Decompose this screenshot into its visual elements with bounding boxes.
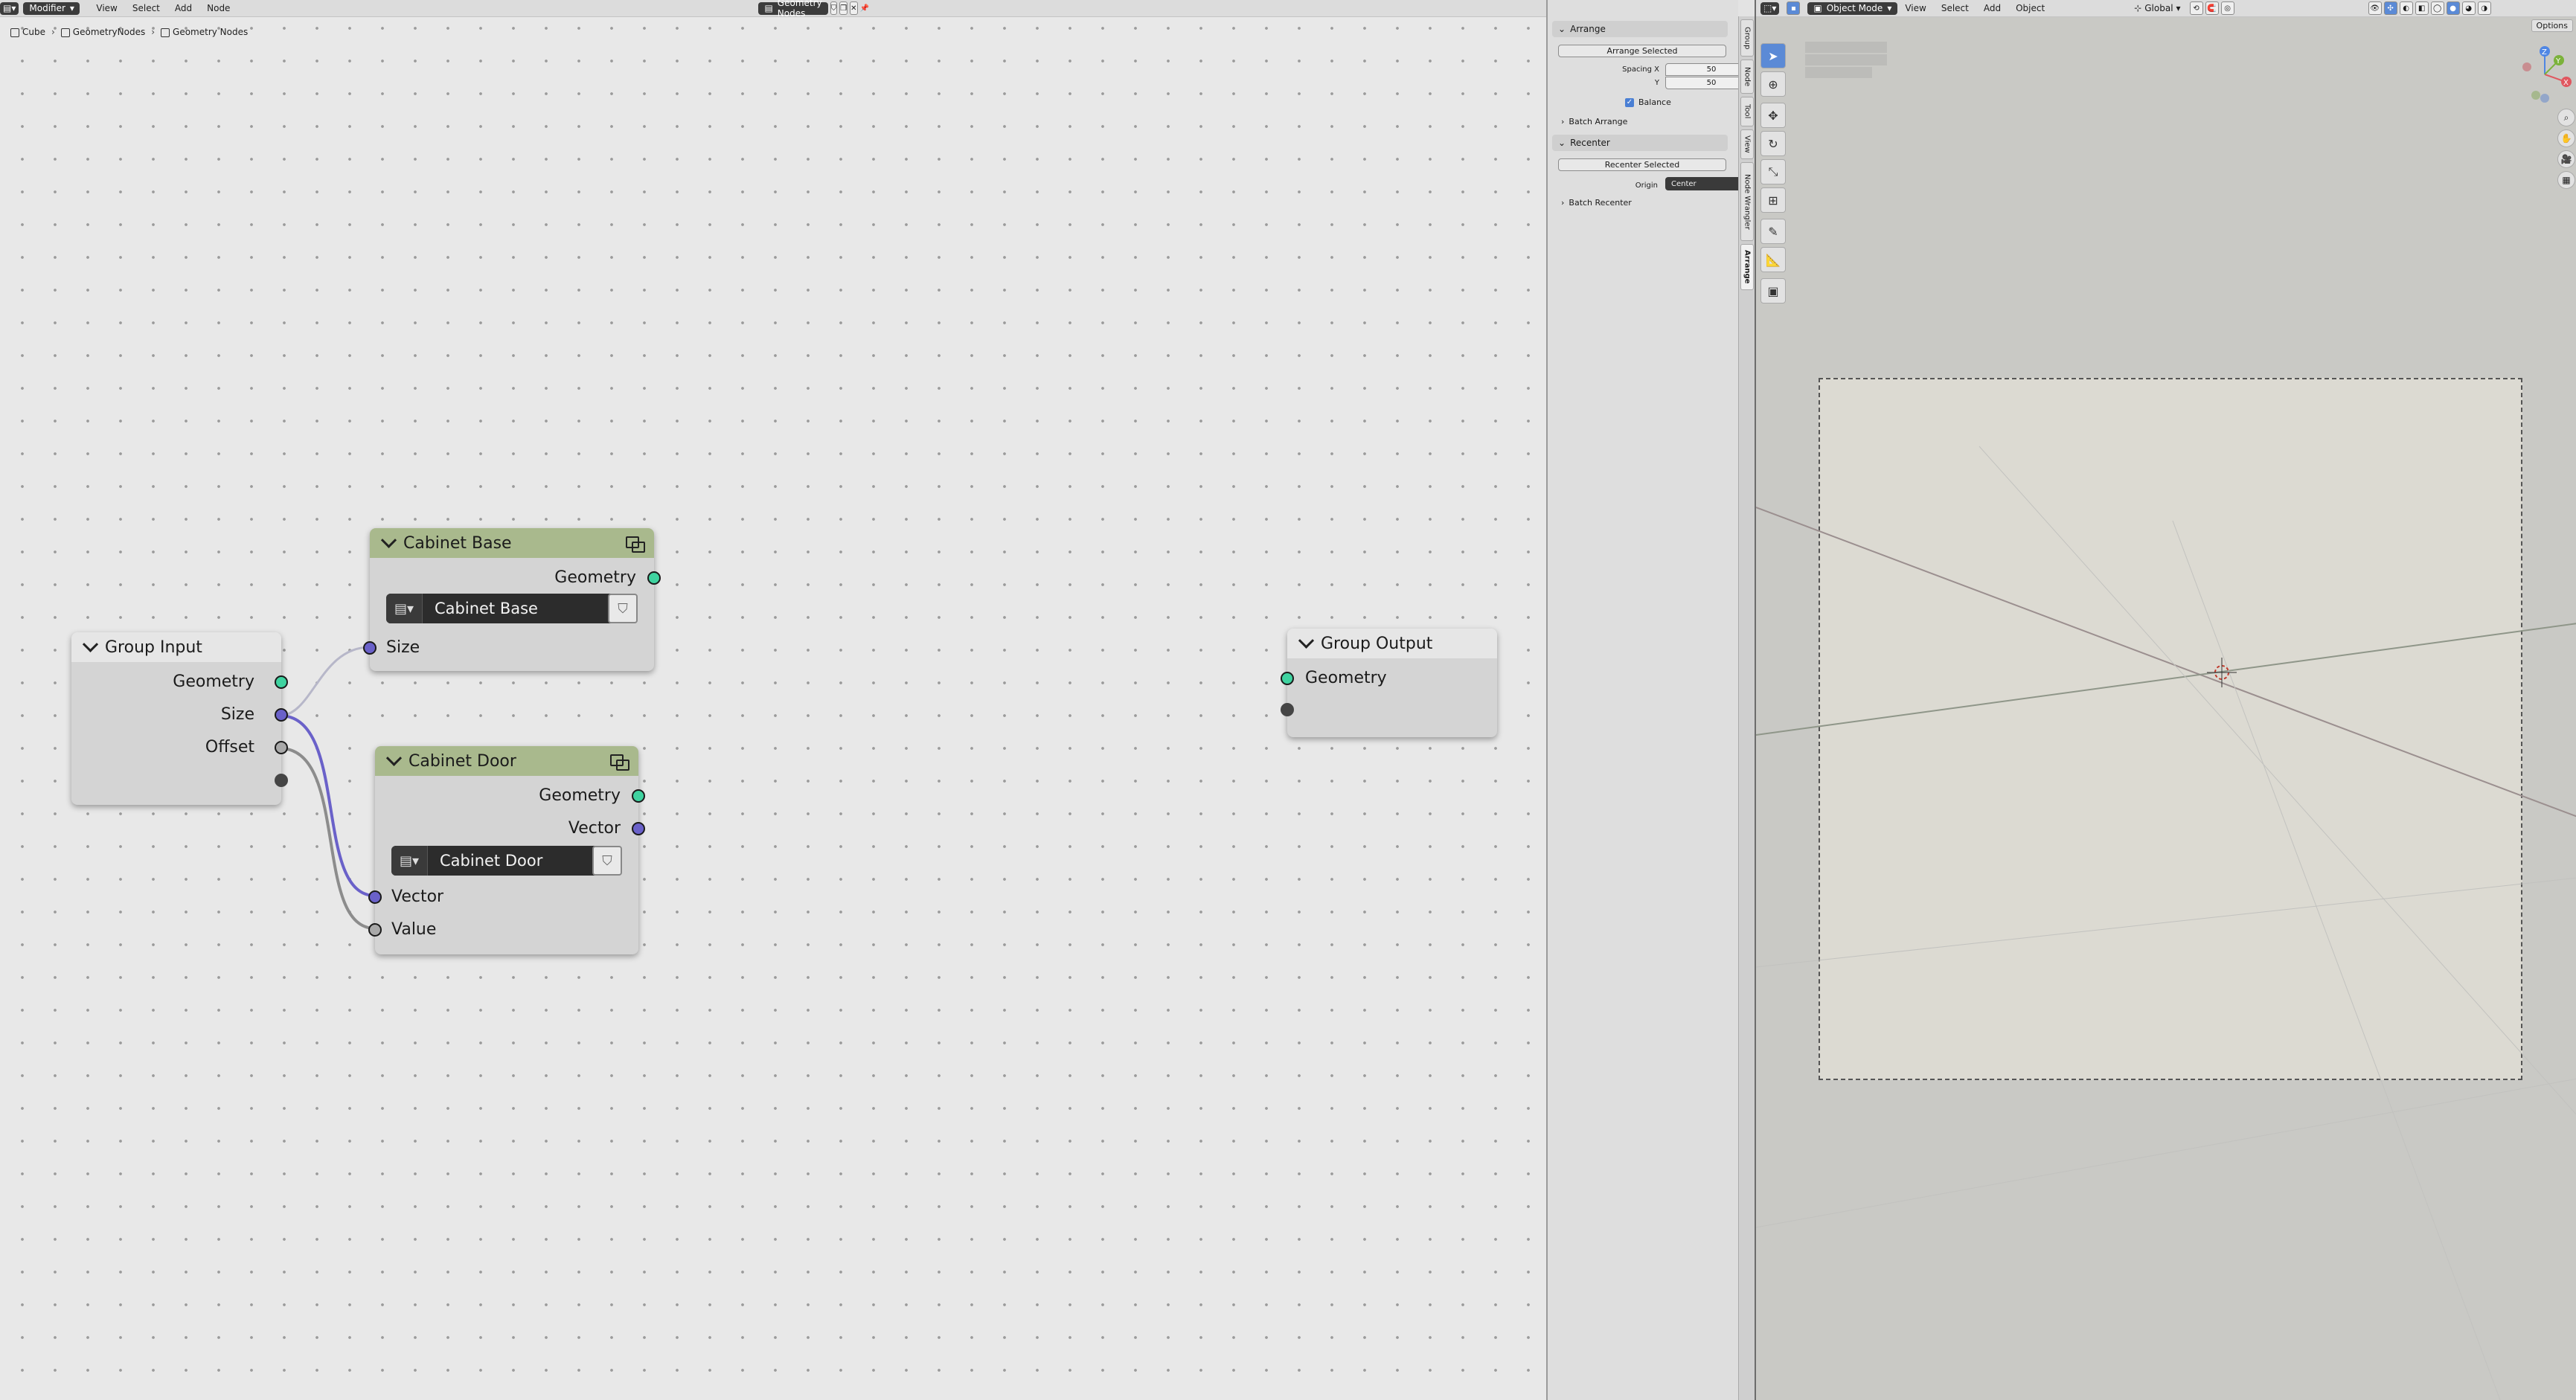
recenter-selected-button[interactable]: Recenter Selected: [1558, 158, 1726, 171]
node-header[interactable]: Cabinet Door: [375, 746, 638, 776]
chevron-down-icon: ⌄: [1558, 24, 1566, 34]
node-group-icon[interactable]: [609, 753, 629, 771]
tab-group[interactable]: Group: [1740, 19, 1754, 57]
node-header[interactable]: Cabinet Base: [370, 528, 654, 558]
node-group-selector[interactable]: ▤▾ Cabinet Door ⛉: [391, 846, 622, 876]
3d-cursor-icon[interactable]: [2207, 658, 2237, 687]
input-socket-geometry[interactable]: [1281, 672, 1294, 685]
link-size-to-base[interactable]: [279, 646, 371, 717]
output-label-geometry: Geometry: [539, 786, 621, 805]
node-header[interactable]: Group Output: [1287, 629, 1497, 658]
panel-title: Recenter: [1570, 138, 1610, 148]
fake-user-shield-icon[interactable]: ⛉: [592, 846, 622, 876]
spacing-y-label: Y: [1654, 79, 1659, 87]
cabinet-door-node[interactable]: Cabinet Door Geometry Vector ▤▾ Cabinet …: [368, 746, 645, 954]
y-axis-line: [1756, 623, 2576, 736]
x-axis-line: [1756, 507, 2576, 818]
chevron-down-icon: ⌄: [1558, 138, 1566, 148]
origin-label: Origin: [1635, 182, 1658, 190]
tab-node[interactable]: Node: [1740, 60, 1754, 94]
node-title: Cabinet Door: [408, 751, 516, 771]
cabinet-base-node[interactable]: Cabinet Base Geometry ▤▾ Cabinet Base ⛉ …: [363, 528, 661, 671]
spacing-x-label: Spacing X: [1622, 65, 1659, 74]
link-offset-to-door-value[interactable]: [279, 747, 376, 930]
input-socket-virtual[interactable]: [1281, 703, 1294, 716]
output-socket-offset[interactable]: [275, 741, 288, 754]
node-title: Group Input: [105, 638, 202, 657]
subpanel-title: Batch Recenter: [1569, 198, 1632, 208]
subpanel-title: Batch Arrange: [1569, 117, 1628, 126]
input-socket-value[interactable]: [368, 923, 382, 937]
output-socket-geometry[interactable]: [647, 571, 661, 585]
node-header[interactable]: Group Input: [71, 632, 281, 662]
node-editor[interactable]: ▤▾ Modifier ▾ View Select Add Node ▤ Geom…: [0, 0, 1653, 1400]
node-group-selector[interactable]: ▤▾ Cabinet Base ⛉: [386, 594, 638, 623]
chevron-right-icon: ›: [1561, 117, 1565, 126]
batch-recenter-subpanel[interactable]: › Batch Recenter: [1561, 198, 1632, 208]
recenter-panel-header[interactable]: ⌄ Recenter: [1552, 135, 1728, 151]
node-group-icon[interactable]: [624, 535, 645, 553]
input-label-vector: Vector: [391, 887, 444, 906]
balance-label: Balance: [1638, 97, 1671, 107]
link-size-to-door-vector[interactable]: [279, 714, 376, 897]
group-output-node[interactable]: Group Output Geometry: [1281, 629, 1497, 737]
output-label-offset: Offset: [205, 738, 254, 757]
fake-user-shield-icon[interactable]: ⛉: [608, 594, 638, 623]
checkbox-icon[interactable]: ✓: [1625, 97, 1634, 107]
sidebar-tabs: Group Node Tool View Node Wrangler Arran…: [1738, 16, 1755, 1400]
output-socket-geometry[interactable]: [632, 789, 645, 803]
input-label-geometry: Geometry: [1305, 669, 1387, 687]
group-input-node[interactable]: Group Input Geometry Size Offset: [71, 632, 288, 805]
balance-checkbox-row[interactable]: ✓ Balance: [1625, 97, 1671, 107]
output-label-geometry: Geometry: [554, 568, 636, 587]
chevron-down-icon[interactable]: [82, 636, 99, 652]
output-socket-vector[interactable]: [632, 822, 645, 835]
input-socket-size[interactable]: [363, 641, 377, 655]
arrange-selected-button[interactable]: Arrange Selected: [1558, 45, 1726, 57]
node-editor-sidebar: ⌄ Arrange Arrange Selected Spacing X 50 …: [1546, 0, 1758, 1400]
3d-viewport[interactable]: ⬚▾ ▪ ▣ Object Mode ▾ View Select Add Obj…: [1755, 0, 2576, 1400]
viewport-grid: [1756, 446, 2576, 1400]
chevron-right-icon: ›: [1561, 198, 1565, 208]
tab-view[interactable]: View: [1740, 129, 1754, 159]
output-socket-size[interactable]: [275, 708, 288, 722]
output-label-vector: Vector: [568, 819, 621, 838]
output-socket-geometry[interactable]: [275, 675, 288, 689]
node-title: Group Output: [1321, 634, 1433, 653]
panel-title: Arrange: [1570, 24, 1606, 34]
origin-value: Center: [1671, 179, 1696, 188]
tab-arrange[interactable]: Arrange: [1740, 244, 1754, 290]
node-group-name: Cabinet Base: [435, 600, 538, 617]
chevron-down-icon[interactable]: [385, 750, 403, 766]
chevron-down-icon[interactable]: [1298, 632, 1315, 649]
node-tree-icon[interactable]: ▤▾: [386, 594, 423, 623]
node-title: Cabinet Base: [403, 533, 512, 553]
input-label-size: Size: [386, 638, 420, 657]
batch-arrange-subpanel[interactable]: › Batch Arrange: [1561, 117, 1627, 126]
chevron-down-icon[interactable]: [380, 532, 397, 548]
arrange-panel-header[interactable]: ⌄ Arrange: [1552, 21, 1728, 37]
output-label-geometry: Geometry: [173, 672, 254, 691]
input-label-value: Value: [391, 920, 437, 939]
tab-tool[interactable]: Tool: [1740, 97, 1754, 126]
tab-node-wrangler[interactable]: Node Wrangler: [1740, 162, 1754, 241]
node-group-name: Cabinet Door: [440, 852, 543, 870]
node-tree-icon[interactable]: ▤▾: [391, 846, 428, 876]
output-label-size: Size: [220, 705, 254, 724]
output-socket-virtual[interactable]: [275, 774, 288, 787]
input-socket-vector[interactable]: [368, 890, 382, 904]
